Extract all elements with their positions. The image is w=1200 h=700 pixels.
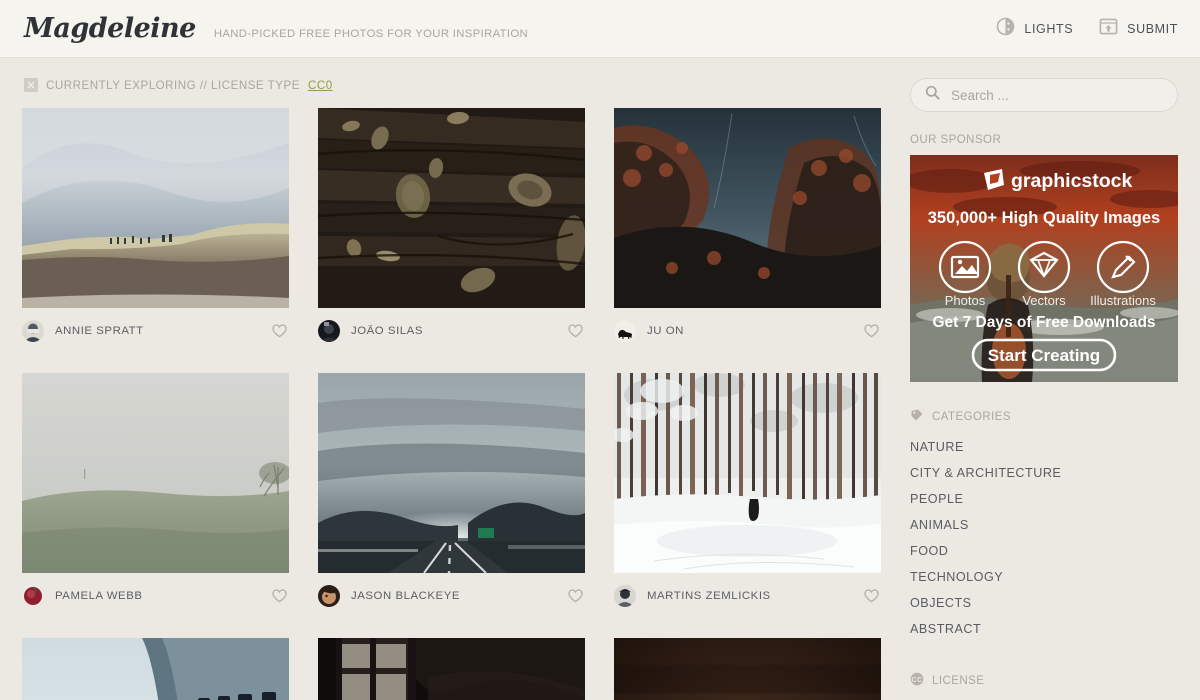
search-box[interactable] xyxy=(910,78,1178,112)
svg-text:350,000+ High Quality Images: 350,000+ High Quality Images xyxy=(928,209,1160,227)
sponsor-label: OUR SPONSOR xyxy=(910,134,1002,146)
photo-author[interactable]: PAMELA WEBB xyxy=(55,590,261,602)
svg-text:graphicstock: graphicstock xyxy=(1011,170,1133,192)
categories-list: NATURE CITY & ARCHITECTURE PEOPLE ANIMAL… xyxy=(910,434,1178,642)
site-header: Magdeleine HAND-PICKED FREE PHOTOS FOR Y… xyxy=(0,0,1200,58)
lights-button[interactable]: LIGHTS xyxy=(996,17,1073,41)
exploring-filter-cc0[interactable]: CC0 xyxy=(308,79,333,92)
photo-thumbnail[interactable] xyxy=(22,373,289,573)
category-item[interactable]: CITY & ARCHITECTURE xyxy=(910,460,1178,486)
photo-grid: ANNIE SPRATT JOÃO SILAS JU ON PAMELA WEB… xyxy=(22,108,884,700)
submit-button[interactable]: SUBMIT xyxy=(1099,17,1178,41)
lights-label: LIGHTS xyxy=(1024,21,1074,36)
svg-text:cc: cc xyxy=(911,677,922,684)
favorite-heart-icon[interactable] xyxy=(864,323,881,338)
photo-thumbnail[interactable] xyxy=(22,108,289,308)
photo-card: JOÃO SILAS xyxy=(318,108,585,344)
site-logo[interactable]: Magdeleine xyxy=(24,15,196,42)
photo-caption: PAMELA WEBB xyxy=(22,573,289,609)
site-tagline: HAND-PICKED FREE PHOTOS FOR YOUR INSPIRA… xyxy=(213,28,529,40)
submit-label: SUBMIT xyxy=(1127,21,1178,36)
search-input[interactable] xyxy=(951,87,1163,103)
photo-card: ANNIE SPRATT xyxy=(22,108,289,344)
photo-author[interactable]: JU ON xyxy=(647,325,853,337)
favorite-heart-icon[interactable] xyxy=(272,323,289,338)
photo-card xyxy=(22,638,289,700)
photo-card: JU ON xyxy=(614,108,881,344)
photo-author[interactable]: JASON BLACKEYE xyxy=(351,590,557,602)
currently-exploring-bar: CURRENTLY EXPLORING // LICENSE TYPE CC0 xyxy=(24,74,884,96)
svg-text:Vectors: Vectors xyxy=(1022,293,1066,308)
photo-card xyxy=(318,638,585,700)
category-item[interactable]: ANIMALS xyxy=(910,512,1178,538)
sponsor-heading: OUR SPONSOR xyxy=(910,134,1178,146)
photo-thumbnail[interactable] xyxy=(318,373,585,573)
photo-thumbnail[interactable] xyxy=(614,108,881,308)
categories-heading: CATEGORIES xyxy=(910,408,1178,425)
photo-caption: JASON BLACKEYE xyxy=(318,573,585,609)
avatar[interactable] xyxy=(22,584,44,607)
photo-author[interactable]: ANNIE SPRATT xyxy=(55,325,261,337)
svg-text:Illustrations: Illustrations xyxy=(1090,293,1156,308)
search-icon xyxy=(925,85,940,105)
svg-text:Photos: Photos xyxy=(945,293,986,308)
license-heading: cc LICENSE xyxy=(910,672,1178,689)
exploring-label: CURRENTLY EXPLORING // LICENSE TYPE xyxy=(46,78,300,92)
avatar[interactable] xyxy=(318,584,340,607)
photo-card: EXPLORE xyxy=(614,638,881,700)
license-label: LICENSE xyxy=(932,674,985,687)
avatar[interactable] xyxy=(614,584,636,607)
favorite-heart-icon[interactable] xyxy=(864,588,881,603)
category-item[interactable]: FOOD xyxy=(910,538,1178,564)
avatar[interactable] xyxy=(318,319,340,342)
photo-thumbnail[interactable] xyxy=(614,373,881,573)
photo-card: PAMELA WEBB xyxy=(22,373,289,609)
photo-thumbnail[interactable] xyxy=(22,638,289,700)
category-item[interactable]: TECHNOLOGY xyxy=(910,564,1178,590)
photo-caption: ANNIE SPRATT xyxy=(22,308,289,344)
header-actions: LIGHTS SUBMIT xyxy=(996,17,1178,41)
svg-text:Start Creating: Start Creating xyxy=(988,346,1100,365)
photo-card: MARTINS ZEMLICKIS xyxy=(614,373,881,609)
svg-text:Get 7 Days of Free Downloads: Get 7 Days of Free Downloads xyxy=(932,314,1155,331)
photo-caption: JOÃO SILAS xyxy=(318,308,585,344)
favorite-heart-icon[interactable] xyxy=(272,588,289,603)
photo-card: JASON BLACKEYE xyxy=(318,373,585,609)
sponsor-ad[interactable]: graphicstock 350,000+ High Quality Image… xyxy=(910,155,1178,382)
close-icon[interactable] xyxy=(24,78,38,92)
photo-feed: CURRENTLY EXPLORING // LICENSE TYPE CC0 xyxy=(22,74,884,700)
upload-window-icon xyxy=(1099,17,1118,41)
category-item[interactable]: PEOPLE xyxy=(910,486,1178,512)
photo-author[interactable]: MARTINS ZEMLICKIS xyxy=(647,590,853,602)
categories-label: CATEGORIES xyxy=(932,410,1012,423)
tag-icon xyxy=(910,408,924,425)
photo-author[interactable]: JOÃO SILAS xyxy=(351,325,557,337)
brand: Magdeleine HAND-PICKED FREE PHOTOS FOR Y… xyxy=(24,15,996,42)
photo-thumbnail[interactable] xyxy=(318,108,585,308)
favorite-heart-icon[interactable] xyxy=(568,588,585,603)
creative-commons-icon: cc xyxy=(910,672,924,689)
category-item[interactable]: ABSTRACT xyxy=(910,616,1178,642)
sidebar: OUR SPONSOR xyxy=(910,74,1178,700)
category-item[interactable]: OBJECTS xyxy=(910,590,1178,616)
category-item[interactable]: NATURE xyxy=(910,434,1178,460)
favorite-heart-icon[interactable] xyxy=(568,323,585,338)
photo-caption: MARTINS ZEMLICKIS xyxy=(614,573,881,609)
avatar[interactable] xyxy=(22,319,44,342)
photo-thumbnail[interactable]: EXPLORE xyxy=(614,638,881,700)
photo-thumbnail[interactable] xyxy=(318,638,585,700)
page-body: CURRENTLY EXPLORING // LICENSE TYPE CC0 xyxy=(0,58,1200,700)
contrast-icon xyxy=(996,17,1015,41)
avatar[interactable] xyxy=(614,319,636,342)
photo-caption: JU ON xyxy=(614,308,881,344)
